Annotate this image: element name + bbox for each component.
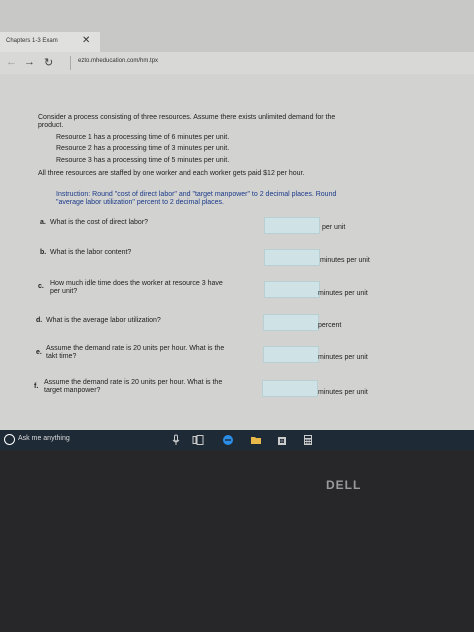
instruction-line1: Instruction: Round "cost of direct labor… bbox=[56, 191, 337, 198]
edge-browser-icon[interactable] bbox=[222, 434, 234, 446]
file-explorer-icon[interactable] bbox=[250, 434, 262, 446]
url-text[interactable]: ezto.mheducation.com/hm.tpx bbox=[78, 58, 158, 64]
search-input[interactable]: Ask me anything bbox=[18, 435, 70, 442]
back-arrow-icon[interactable]: ← bbox=[6, 56, 17, 68]
forward-arrow-icon[interactable]: → bbox=[24, 56, 35, 68]
dell-logo: DELL bbox=[326, 478, 362, 492]
resource-1-text: Resource 1 has a processing time of 6 mi… bbox=[56, 134, 230, 141]
answer-c-unit: minutes per unit bbox=[318, 290, 368, 297]
question-a-text: What is the cost of direct labor? bbox=[50, 219, 149, 226]
question-f-text-line2: target manpower? bbox=[44, 387, 101, 394]
answer-d-input[interactable] bbox=[263, 314, 319, 331]
resource-3-text: Resource 3 has a processing time of 5 mi… bbox=[56, 157, 230, 164]
question-c-text-line2: per unit? bbox=[50, 288, 78, 295]
question-d-letter: d. bbox=[36, 317, 43, 324]
answer-e-input[interactable] bbox=[263, 346, 319, 363]
instruction-line2: "average labor utilization" percent to 2… bbox=[56, 199, 225, 206]
answer-d-unit: percent bbox=[318, 322, 342, 329]
exam-page: Consider a process consisting of three r… bbox=[0, 74, 474, 430]
tab-title: Chapters 1-3 Exam bbox=[6, 38, 58, 44]
calculator-icon[interactable] bbox=[302, 434, 314, 446]
browser-tab[interactable]: Chapters 1-3 Exam ✕ bbox=[0, 32, 100, 52]
question-a-letter: a. bbox=[40, 219, 46, 226]
question-f-text-line1: Assume the demand rate is 20 units per h… bbox=[44, 379, 223, 386]
microphone-icon[interactable] bbox=[170, 434, 182, 446]
laptop-screen: Chapters 1-3 Exam ✕ ← → ↻ ezto.mheducati… bbox=[0, 0, 474, 460]
refresh-icon[interactable]: ↻ bbox=[44, 56, 53, 69]
answer-f-input[interactable] bbox=[262, 380, 318, 397]
close-icon[interactable]: ✕ bbox=[82, 35, 90, 46]
store-icon[interactable] bbox=[276, 434, 288, 446]
question-c-text-line1: How much idle time does the worker at re… bbox=[50, 280, 223, 287]
answer-c-input[interactable] bbox=[264, 281, 320, 298]
answer-a-input[interactable] bbox=[264, 217, 320, 234]
question-b-text: What is the labor content? bbox=[50, 249, 132, 256]
address-bar: ← → ↻ ezto.mheducation.com/hm.tpx bbox=[0, 52, 474, 75]
address-separator bbox=[70, 56, 71, 70]
staffing-text: All three resources are staffed by one w… bbox=[38, 170, 305, 177]
browser-titlebar: Chapters 1-3 Exam ✕ bbox=[0, 0, 474, 52]
question-f-letter: f. bbox=[34, 383, 39, 390]
task-view-icon[interactable] bbox=[192, 434, 204, 446]
answer-b-input[interactable] bbox=[264, 249, 320, 266]
question-c-letter: c. bbox=[38, 283, 44, 290]
laptop-bezel bbox=[0, 450, 474, 632]
answer-e-unit: minutes per unit bbox=[318, 354, 368, 361]
resource-2-text: Resource 2 has a processing time of 3 mi… bbox=[56, 145, 230, 152]
question-e-text-line1: Assume the demand rate is 20 units per h… bbox=[46, 345, 225, 352]
intro-text-line2: product. bbox=[38, 122, 64, 129]
intro-text-line1: Consider a process consisting of three r… bbox=[38, 114, 336, 121]
answer-b-unit: minutes per unit bbox=[320, 257, 370, 264]
cortana-icon[interactable] bbox=[4, 434, 15, 445]
answer-f-unit: minutes per unit bbox=[318, 389, 368, 396]
question-d-text: What is the average labor utilization? bbox=[46, 317, 161, 324]
answer-a-unit: per unit bbox=[322, 224, 346, 231]
windows-taskbar: Ask me anything bbox=[0, 430, 474, 450]
question-b-letter: b. bbox=[40, 249, 47, 256]
question-e-text-line2: takt time? bbox=[46, 353, 77, 360]
question-e-letter: e. bbox=[36, 349, 42, 356]
